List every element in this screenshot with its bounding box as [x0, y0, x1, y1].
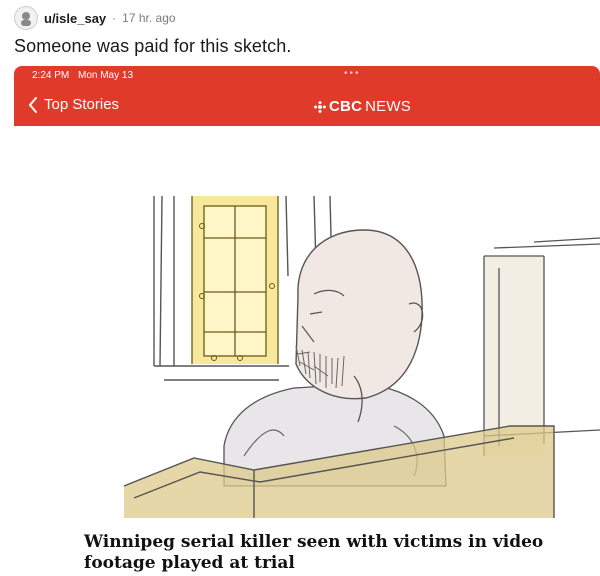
back-button[interactable]: Top Stories: [28, 96, 119, 113]
courtroom-sketch-image[interactable]: [14, 126, 600, 518]
embedded-screenshot[interactable]: 2:24 PM Mon May 13 ••• Top Stories CBC N…: [14, 66, 600, 576]
brand-news: NEWS: [365, 98, 411, 115]
status-time: 2:24 PM: [32, 70, 70, 81]
cbc-gem-icon: [314, 100, 326, 113]
yellow-window: [191, 196, 279, 364]
back-label: Top Stories: [44, 96, 120, 113]
avatar-icon: [21, 12, 31, 26]
user-avatar[interactable]: [14, 6, 38, 30]
cbc-news-logo: CBC NEWS: [314, 98, 411, 115]
username-link[interactable]: u/isle_say: [44, 11, 106, 26]
post-header: u/isle_say · 17 hr. ago: [14, 6, 176, 30]
app-nav-bar: Top Stories CBC NEWS: [14, 86, 600, 131]
post-title[interactable]: Someone was paid for this sketch.: [14, 36, 291, 57]
article-headline[interactable]: Winnipeg serial killer seen with victims…: [84, 532, 584, 574]
post-timestamp: 17 hr. ago: [122, 11, 176, 25]
multitask-dots: •••: [344, 68, 361, 79]
status-bar: 2:24 PM Mon May 13 •••: [14, 66, 600, 86]
status-date: Mon May 13: [78, 70, 134, 81]
separator-dot: ·: [112, 11, 117, 25]
chevron-left-icon: [28, 96, 37, 113]
brand-cbc: CBC: [329, 98, 363, 115]
